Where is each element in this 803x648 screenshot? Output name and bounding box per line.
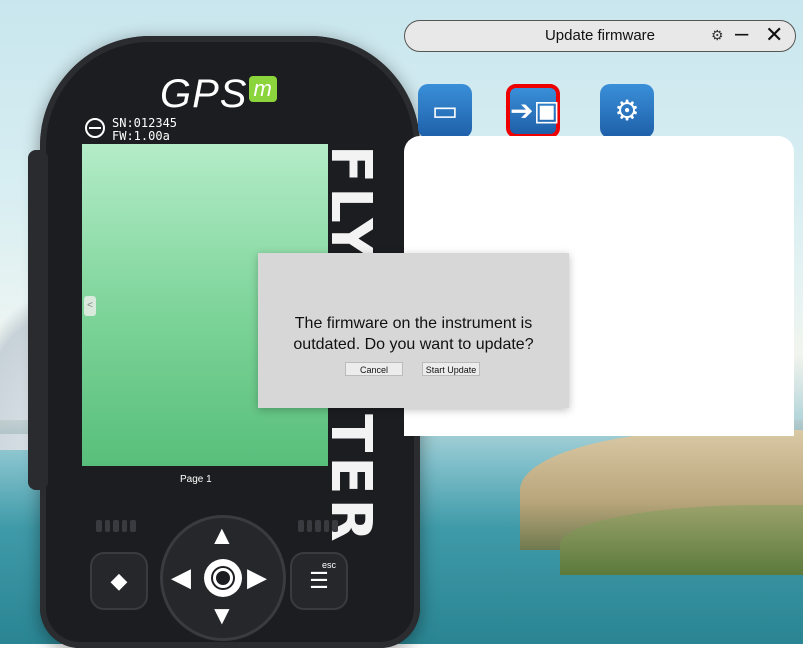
speaker-power-icon: ◆ <box>110 568 128 593</box>
page-label: Page 1 <box>180 474 212 485</box>
arrow-up-icon[interactable]: ▲ <box>209 520 235 551</box>
arrow-down-icon[interactable]: ▼ <box>209 600 235 631</box>
document-stack-icon: ▭ <box>431 95 459 126</box>
toolbar-files-button[interactable]: ▭ <box>418 84 472 138</box>
menu-search-icon: ☰ <box>309 568 329 593</box>
cancel-button[interactable]: Cancel <box>345 362 403 376</box>
arrow-left-icon[interactable]: ◀ <box>171 562 191 593</box>
dpad[interactable]: ▲ ◀ ▶ ▼ <box>160 515 286 641</box>
toolbar-settings-button[interactable]: ⚙ <box>600 84 654 138</box>
speaker-grille-right <box>298 520 338 532</box>
screen-collapse-tab[interactable]: < <box>84 296 96 316</box>
dialog-message: The firmware on the instrument is outdat… <box>258 313 569 355</box>
close-button[interactable]: ✕ <box>765 22 783 48</box>
gear-icon[interactable]: ⚙ <box>711 27 724 44</box>
dialog-message-line2: outdated. Do you want to update? <box>293 336 534 353</box>
speaker-grille-left <box>96 520 136 532</box>
start-update-button[interactable]: Start Update <box>422 362 480 376</box>
minimize-button[interactable]: – <box>735 20 748 48</box>
title-bar: Update firmware ⚙ – ✕ <box>404 20 796 52</box>
device-side-grip <box>28 150 48 490</box>
chip-arrow-icon: ➔▣ <box>510 95 560 126</box>
esc-label: esc <box>322 560 337 570</box>
toolbar-firmware-button[interactable]: ➔▣ <box>506 84 560 138</box>
power-sound-button[interactable]: ◆ <box>90 552 148 610</box>
device-brand: GPS m <box>160 72 277 117</box>
sliders-icon: ⚙ <box>614 95 640 126</box>
brand-m-badge: m <box>249 76 277 102</box>
dialog-message-line1: The firmware on the instrument is <box>294 315 533 332</box>
satellite-icon <box>85 118 105 138</box>
menu-esc-button[interactable]: ☰ <box>290 552 348 610</box>
update-dialog: The firmware on the instrument is outdat… <box>258 253 569 408</box>
dpad-center-button[interactable] <box>204 559 242 597</box>
arrow-right-icon[interactable]: ▶ <box>247 562 267 593</box>
firmware-version: FW:1.00a <box>112 129 170 143</box>
device-info: SN:012345 FW:1.00a <box>112 117 177 143</box>
